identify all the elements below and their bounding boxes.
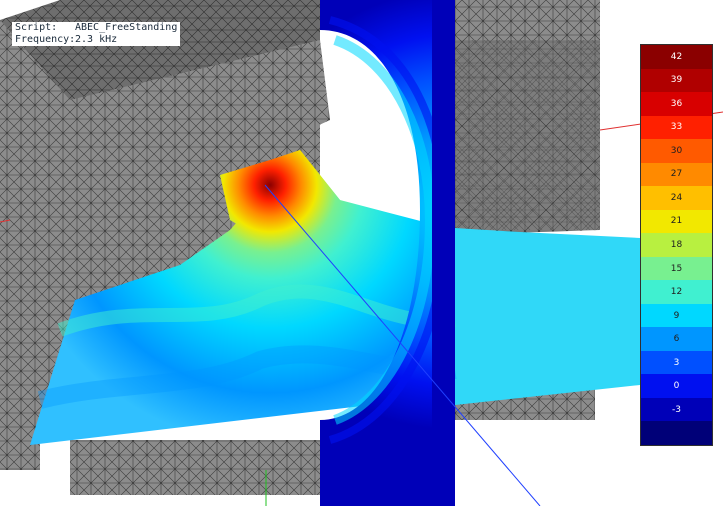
color-scale-step: 3 [641,350,712,375]
color-scale-step: 42 [641,45,712,69]
simulation-viewport[interactable] [0,0,723,507]
color-scale-step [641,421,712,445]
color-scale-step: 6 [641,327,712,351]
color-scale-step: 21 [641,209,712,234]
mesh-render[interactable] [0,0,723,507]
color-scale-step: -3 [641,397,712,422]
color-scale-step: 12 [641,280,712,304]
color-scale-step: 18 [641,233,712,257]
frequency-row: Frequency:2.3 kHz [15,34,177,46]
script-value: ABEC_FreeStanding [75,22,178,33]
color-scale-legend: 42 39 36 33 30 27 24 21 18 15 12 9 6 3 0 -3 [640,44,713,446]
frequency-value: 2.3 kHz [75,34,118,45]
color-scale-step: 0 [641,374,712,398]
color-scale-step: 9 [641,303,712,328]
color-scale-step: 39 [641,68,712,93]
color-scale-step: 27 [641,162,712,187]
color-scale-step: 33 [641,115,712,140]
color-scale-step: 15 [641,256,712,281]
frequency-label: Frequency: [15,34,76,45]
color-scale-step: 36 [641,92,712,116]
color-scale-step: 24 [641,186,712,210]
script-label: Script: [15,22,58,33]
script-row: Script: ABEC_FreeStanding [15,22,177,34]
simulation-info-box: Script: ABEC_FreeStanding Frequency:2.3 k… [12,22,181,46]
color-scale-step: 30 [641,139,712,163]
